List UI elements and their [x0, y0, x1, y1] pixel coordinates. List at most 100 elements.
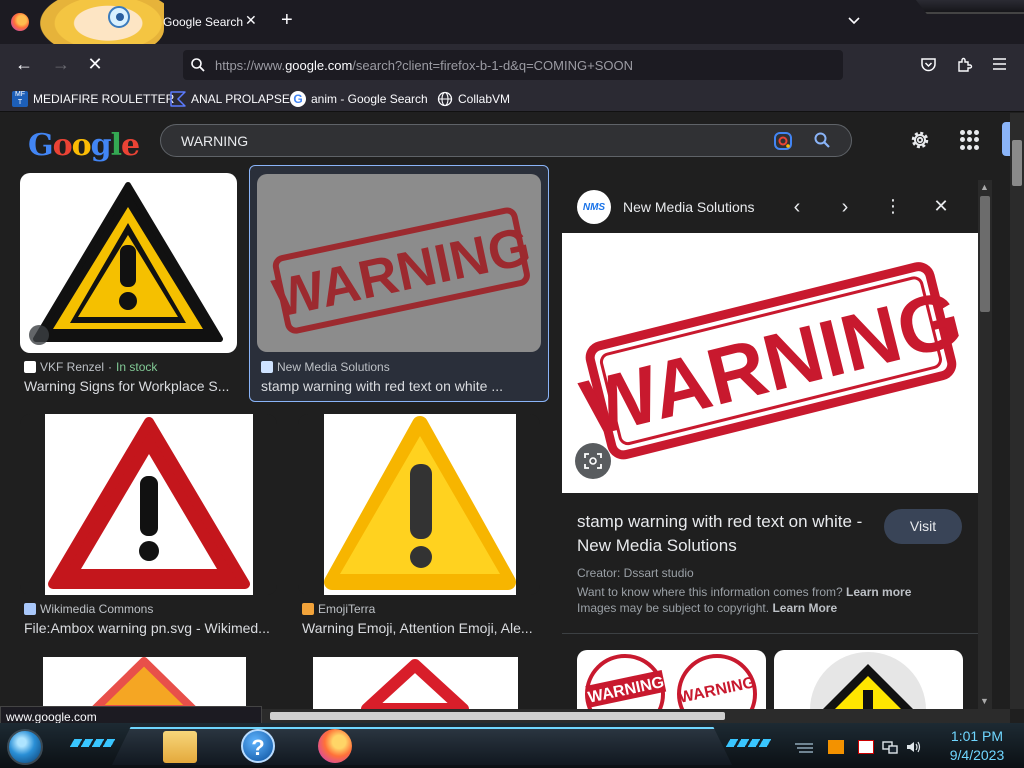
result-thumbnail-vkf[interactable]	[20, 173, 237, 353]
account-avatar[interactable]	[1002, 122, 1010, 156]
page-scrollbar[interactable]	[1010, 113, 1024, 709]
search-submit-icon[interactable]	[813, 131, 832, 150]
result-title-new-media[interactable]: stamp warning with red text on white ...	[261, 378, 541, 394]
yellow-warning-emoji-image	[324, 416, 516, 590]
show-desktop-icon[interactable]	[793, 740, 815, 754]
result-thumbnail-emojiterra[interactable]	[324, 414, 516, 595]
tab-close-icon[interactable]: ✕	[245, 12, 257, 29]
bookmark-anim-search[interactable]: G anim - Google Search	[290, 91, 428, 107]
previous-icon[interactable]: ‹	[785, 196, 809, 219]
scroll-down-icon[interactable]: ▼	[980, 696, 989, 706]
close-preview-icon[interactable]: ✕	[929, 196, 953, 217]
site-favicon-icon	[24, 361, 36, 373]
red-warning-triangle-image	[361, 659, 469, 709]
window-decoration	[916, 0, 1024, 14]
mascot-eye	[108, 6, 130, 28]
more-options-icon[interactable]: ⋮	[881, 196, 905, 217]
bookmark-label: MEDIAFIRE ROULETTER	[33, 92, 175, 106]
visit-button[interactable]: Visit	[884, 509, 962, 544]
back-icon[interactable]: ←	[13, 53, 35, 75]
source-name: EmojiTerra	[318, 602, 376, 616]
next-icon[interactable]: ›	[833, 196, 857, 219]
learn-more-copyright-link[interactable]: Learn More	[772, 601, 837, 615]
firefox-taskbar-icon[interactable]	[318, 729, 352, 763]
mediafire-icon: MF T	[12, 91, 28, 107]
svg-text:WARNING: WARNING	[678, 674, 757, 707]
action-center-flag-icon[interactable]	[858, 740, 874, 754]
copyright-line: Images may be subject to copyright. Lear…	[577, 601, 838, 615]
forward-icon[interactable]: →	[50, 53, 72, 75]
info-source-line: Want to know where this information come…	[577, 585, 912, 599]
clock-time[interactable]: 1:01 PM	[942, 728, 1012, 744]
extensions-icon[interactable]	[956, 56, 973, 73]
source-name: New Media Solutions	[277, 360, 390, 374]
divider	[562, 633, 978, 634]
warning-triangle-image	[91, 657, 197, 709]
taskbar-dock	[112, 727, 732, 765]
warning-triangle-image	[33, 182, 223, 342]
result-thumbnail-new-media[interactable]: WARNING	[257, 174, 541, 352]
scroll-up-icon[interactable]: ▲	[980, 182, 989, 192]
result-source-new-media[interactable]: New Media Solutions	[261, 360, 390, 374]
bookmark-label: CollabVM	[458, 92, 511, 106]
site-logo[interactable]: NMS	[577, 190, 611, 224]
volume-icon[interactable]	[905, 740, 921, 754]
preview-title[interactable]: stamp warning with red text on white - N…	[577, 510, 867, 558]
result-thumbnail-wikimedia[interactable]	[45, 414, 253, 595]
bookmark-collabvm[interactable]: CollabVM	[437, 91, 510, 107]
site-favicon-icon	[24, 603, 36, 615]
horizontal-scrollbar-thumb[interactable]	[270, 712, 725, 720]
result-thumbnail-partial[interactable]	[43, 657, 246, 709]
source-name: Wikimedia Commons	[40, 602, 154, 616]
tab-title[interactable]: Google Search	[163, 15, 243, 29]
page-scrollbar-thumb[interactable]	[1012, 140, 1022, 186]
result-source-emojiterra[interactable]: EmojiTerra	[302, 602, 375, 616]
result-title-emojiterra[interactable]: Warning Emoji, Attention Emoji, Ale...	[302, 620, 542, 636]
result-source-wikimedia[interactable]: Wikimedia Commons	[24, 602, 153, 616]
new-tab-icon[interactable]: +	[281, 9, 293, 32]
warning-stamp-image: WARNING	[573, 262, 970, 460]
taskbar-decoration	[69, 739, 117, 747]
site-favicon-icon	[302, 603, 314, 615]
list-all-tabs-icon[interactable]	[846, 13, 862, 29]
image-creator: Creator: Dssart studio	[577, 566, 694, 580]
start-button-orb[interactable]	[7, 729, 43, 765]
preview-image[interactable]: WARNING	[562, 233, 978, 493]
result-source-vkf[interactable]: VKF Renzel · In stock	[24, 360, 157, 374]
app-menu-icon[interactable]	[992, 57, 1007, 71]
help-icon[interactable]: ?	[241, 729, 275, 763]
google-apps-icon[interactable]	[960, 130, 980, 150]
globe-icon	[437, 91, 453, 107]
preview-scrollbar-thumb[interactable]	[980, 196, 990, 312]
bookmark-anal-prolapse[interactable]: ANAL PROLAPSE	[170, 91, 290, 107]
taskbar-decoration	[725, 739, 773, 747]
result-thumbnail-partial[interactable]	[313, 657, 518, 709]
google-lens-icon[interactable]	[773, 131, 793, 151]
firefox-view-icon[interactable]	[11, 13, 29, 31]
warning-stamp-image: WARNING	[268, 207, 536, 334]
bookmark-label: ANAL PROLAPSE	[191, 92, 290, 106]
preview-site-name[interactable]: New Media Solutions	[623, 199, 755, 215]
related-image-warning-sign[interactable]	[774, 650, 963, 710]
network-icon[interactable]	[882, 740, 898, 754]
settings-gear-icon[interactable]	[908, 128, 932, 152]
pocket-icon[interactable]	[920, 56, 937, 73]
bookmark-site-icon	[170, 91, 186, 107]
result-title-wikimedia[interactable]: File:Ambox warning pn.svg - Wikimed...	[24, 620, 279, 636]
clock-date[interactable]: 9/4/2023	[942, 747, 1012, 763]
java-update-icon[interactable]	[828, 740, 844, 754]
file-explorer-icon[interactable]	[163, 731, 197, 763]
search-query[interactable]: WARNING	[181, 133, 248, 149]
related-image-stamps[interactable]: WARNING WARNING	[577, 650, 766, 710]
result-title-vkf[interactable]: Warning Signs for Workplace S...	[24, 378, 239, 394]
learn-more-link[interactable]: Learn more	[846, 585, 911, 599]
search-inside-image-icon[interactable]	[575, 443, 611, 479]
stock-badge: In stock	[116, 360, 158, 374]
google-icon: G	[290, 91, 306, 107]
url-text[interactable]: https://www.google.com/search?client=fir…	[215, 58, 633, 73]
related-warning-stamps-image: WARNING WARNING	[585, 654, 757, 710]
google-doodle-logo[interactable]: Google	[28, 128, 140, 163]
search-input[interactable]	[160, 124, 852, 157]
stop-loading-icon[interactable]: ✕	[84, 53, 106, 75]
bookmark-mediafire[interactable]: MF T MEDIAFIRE ROULETTER	[12, 91, 174, 107]
